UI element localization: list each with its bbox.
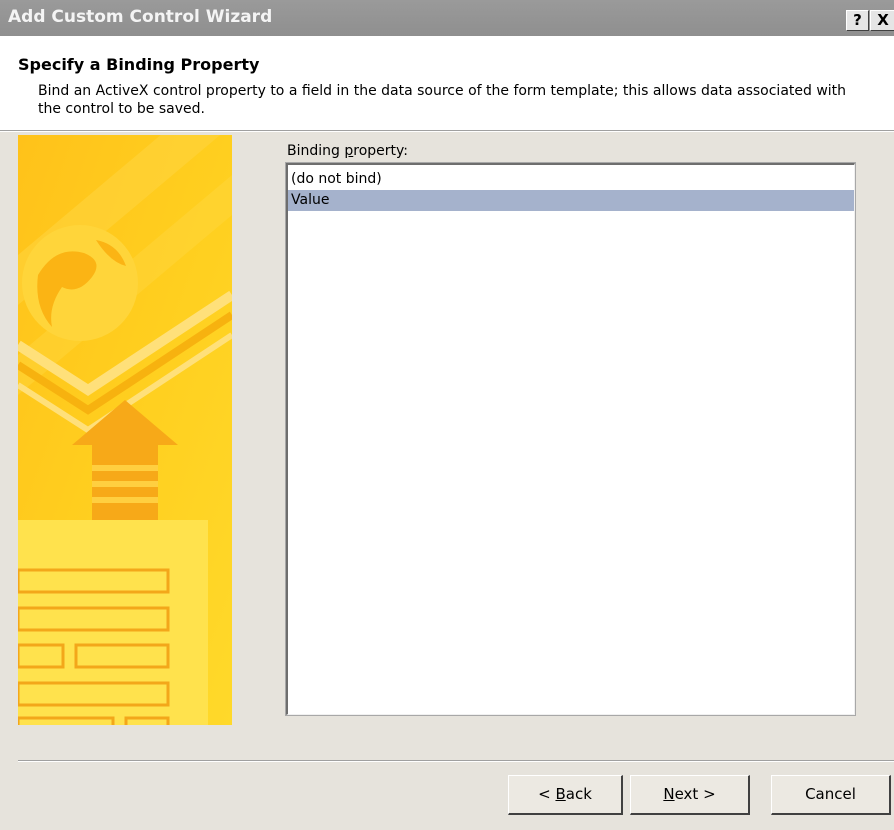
step-title: Specify a Binding Property [18, 55, 260, 74]
next-label: ext > [674, 785, 716, 803]
back-accelerator: B [555, 785, 566, 803]
wizard-dialog: Add Custom Control Wizard ? X Specify a … [0, 0, 894, 830]
label-accelerator: p [344, 143, 354, 159]
help-icon[interactable]: ? [846, 10, 869, 31]
window-title: Add Custom Control Wizard [8, 7, 273, 27]
wizard-art [18, 135, 232, 725]
label-text: Binding [287, 143, 345, 159]
list-item-value[interactable]: Value [288, 190, 854, 211]
back-label-end: ack [565, 785, 592, 803]
next-accelerator: N [663, 785, 675, 803]
close-icon[interactable]: X [870, 10, 894, 31]
header-divider [0, 130, 894, 132]
step-description: Bind an ActiveX control property to a fi… [38, 83, 847, 117]
back-button[interactable]: < Back [508, 775, 623, 815]
wizard-header: Specify a Binding Property Bind an Activ… [0, 36, 894, 130]
cancel-button[interactable]: Cancel [771, 775, 891, 815]
footer-divider [18, 760, 894, 762]
title-bar[interactable]: Add Custom Control Wizard ? X [0, 0, 894, 36]
binding-property-list[interactable]: (do not bind) Value [285, 162, 856, 716]
back-label: < [538, 785, 556, 803]
list-item-do-not-bind[interactable]: (do not bind) [288, 169, 854, 190]
label-text-end: roperty: [353, 143, 408, 159]
next-button[interactable]: Next > [630, 775, 750, 815]
binding-property-label: Binding property: [287, 143, 408, 159]
